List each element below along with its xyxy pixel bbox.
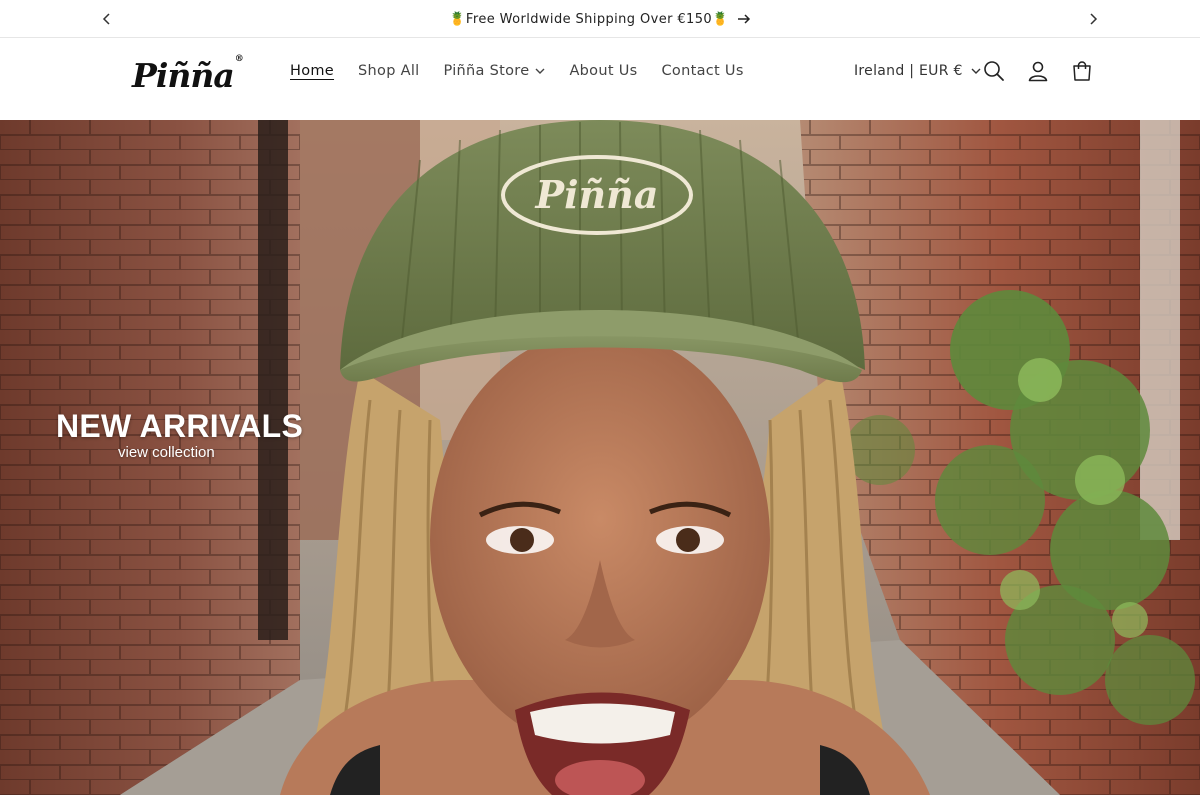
- cart-button[interactable]: [1068, 57, 1096, 85]
- search-button[interactable]: [980, 57, 1008, 85]
- account-button[interactable]: [1024, 57, 1052, 85]
- site-header: Piñña® Home Shop All Piñña Store About U…: [0, 39, 1200, 120]
- nav-about-us[interactable]: About Us: [557, 59, 649, 83]
- cap-logo-text: Piñña: [535, 172, 659, 217]
- nav-pinna-store-label: Piñña Store: [443, 63, 530, 79]
- nav-contact-us[interactable]: Contact Us: [650, 59, 756, 83]
- main-navigation: Home Shop All Piñña Store About Us Conta…: [278, 59, 756, 83]
- nav-about-us-label: About Us: [569, 63, 638, 79]
- announcement-bar: 🍍Free Worldwide Shipping Over €150🍍: [0, 0, 1200, 38]
- next-announcement-button[interactable]: [1083, 9, 1103, 29]
- account-icon: [1028, 61, 1048, 82]
- nav-contact-us-label: Contact Us: [661, 63, 744, 79]
- cart-icon: [1073, 61, 1091, 81]
- nav-shop-all-label: Shop All: [358, 63, 420, 79]
- arrow-right-icon: [737, 14, 750, 24]
- brand-logo[interactable]: Piñña®: [132, 53, 244, 95]
- announcement-text[interactable]: 🍍Free Worldwide Shipping Over €150🍍: [449, 12, 728, 27]
- chevron-down-icon: [535, 68, 545, 74]
- view-collection-link[interactable]: view collection: [118, 444, 296, 462]
- locale-label: Ireland | EUR €: [854, 63, 963, 79]
- hero-banner[interactable]: Piñña NEW ARRIVALS view collection: [0, 120, 1200, 795]
- logo-text: Piñña: [132, 56, 235, 95]
- hero-caption: NEW ARRIVALS view collection: [56, 408, 304, 462]
- announcement-message[interactable]: 🍍Free Worldwide Shipping Over €150🍍: [0, 9, 1200, 29]
- search-icon: [984, 61, 1004, 81]
- chevron-right-icon: [1090, 13, 1098, 25]
- logo-registered-mark: ®: [234, 54, 244, 64]
- nav-shop-all[interactable]: Shop All: [346, 59, 431, 83]
- nav-home-label: Home: [290, 63, 335, 79]
- hero-title: NEW ARRIVALS: [56, 408, 304, 444]
- nav-pinna-store[interactable]: Piñña Store: [432, 59, 558, 83]
- country-currency-selector[interactable]: Ireland | EUR €: [854, 59, 981, 83]
- nav-home[interactable]: Home: [278, 59, 346, 83]
